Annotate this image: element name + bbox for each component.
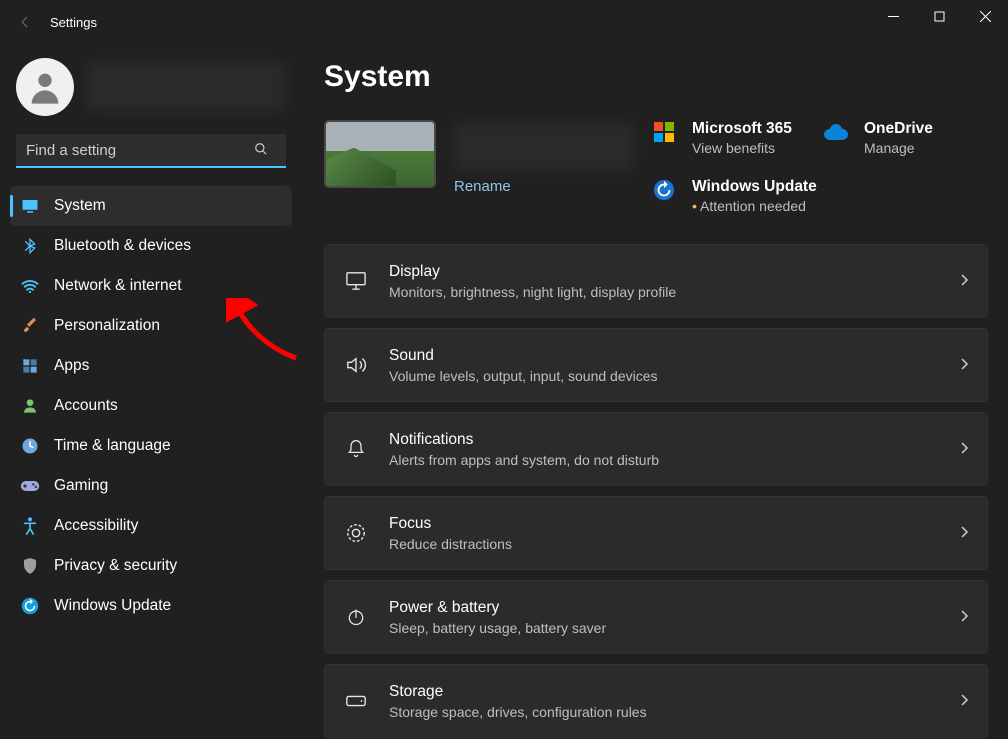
sidebar-item-apps[interactable]: Apps	[10, 346, 292, 386]
profile-name-redacted	[86, 62, 286, 112]
tile-title: OneDrive	[864, 120, 984, 138]
onedrive-tile[interactable]: OneDrive Manage	[864, 120, 984, 156]
sidebar-item-label: Time & language	[54, 437, 171, 455]
card-title: Storage	[389, 683, 941, 701]
monitor-icon	[343, 268, 369, 294]
apps-icon	[20, 356, 40, 376]
gamepad-icon	[20, 476, 40, 496]
wifi-icon	[20, 276, 40, 296]
nav-list: System Bluetooth & devices Network & inter…	[6, 178, 296, 634]
search-icon	[254, 142, 268, 159]
accessibility-icon	[20, 516, 40, 536]
chevron-right-icon	[961, 441, 969, 457]
chevron-right-icon	[961, 693, 969, 709]
sidebar-item-label: Personalization	[54, 317, 160, 335]
card-title: Focus	[389, 515, 941, 533]
chevron-right-icon	[961, 609, 969, 625]
sidebar-item-network[interactable]: Network & internet	[10, 266, 292, 306]
sidebar-item-label: Windows Update	[54, 597, 171, 615]
chevron-right-icon	[961, 525, 969, 541]
power-icon	[343, 604, 369, 630]
sidebar-item-label: Privacy & security	[54, 557, 177, 575]
app-title: Settings	[50, 15, 97, 30]
tile-sub: View benefits	[692, 140, 812, 156]
device-name-redacted	[454, 122, 634, 172]
settings-cards: Display Monitors, brightness, night ligh…	[324, 244, 988, 738]
bell-icon	[343, 436, 369, 462]
tile-title: Microsoft 365	[692, 120, 812, 138]
chevron-right-icon	[961, 273, 969, 289]
card-subtitle: Storage space, drives, configuration rul…	[389, 704, 941, 720]
focus-icon	[343, 520, 369, 546]
avatar	[16, 58, 74, 116]
sidebar-item-accounts[interactable]: Accounts	[10, 386, 292, 426]
tile-title: Windows Update	[692, 178, 984, 196]
tile-sub: Attention needed	[692, 198, 984, 214]
sidebar-item-privacy[interactable]: Privacy & security	[10, 546, 292, 586]
speaker-icon	[343, 352, 369, 378]
sidebar-item-label: Network & internet	[54, 277, 182, 295]
tile-sub: Manage	[864, 140, 984, 156]
windows-update-icon	[652, 178, 676, 202]
card-subtitle: Sleep, battery usage, battery saver	[389, 620, 941, 636]
search-input[interactable]	[16, 134, 286, 168]
wallpaper-thumbnail[interactable]	[324, 120, 436, 188]
profile-header[interactable]	[6, 54, 296, 134]
drive-icon	[343, 688, 369, 714]
rename-link[interactable]: Rename	[454, 178, 634, 195]
sidebar-item-label: Accounts	[54, 397, 118, 415]
card-subtitle: Alerts from apps and system, do not dist…	[389, 452, 941, 468]
sidebar-item-label: Apps	[54, 357, 89, 375]
back-button[interactable]	[10, 7, 40, 37]
minimize-button[interactable]	[870, 0, 916, 32]
sidebar-item-label: Bluetooth & devices	[54, 237, 191, 255]
card-title: Notifications	[389, 431, 941, 449]
card-title: Power & battery	[389, 599, 941, 617]
device-info-row: Rename Microsoft 365 View benefits OneDr…	[324, 120, 988, 214]
sidebar-item-accessibility[interactable]: Accessibility	[10, 506, 292, 546]
onedrive-icon	[824, 120, 848, 144]
sidebar-item-bluetooth[interactable]: Bluetooth & devices	[10, 226, 292, 266]
card-subtitle: Reduce distractions	[389, 536, 941, 552]
sidebar: System Bluetooth & devices Network & inter…	[0, 44, 300, 739]
card-notifications[interactable]: Notifications Alerts from apps and syste…	[324, 412, 988, 486]
card-subtitle: Monitors, brightness, night light, displ…	[389, 284, 941, 300]
close-button[interactable]	[962, 0, 1008, 32]
shield-icon	[20, 556, 40, 576]
person-icon	[20, 396, 40, 416]
ms365-tile[interactable]: Microsoft 365 View benefits	[692, 120, 812, 156]
sidebar-item-time[interactable]: Time & language	[10, 426, 292, 466]
content-area: System Rename Microsoft 365 View benefit…	[300, 44, 1008, 739]
window-controls	[870, 0, 1008, 44]
ms365-icon	[652, 120, 676, 144]
sidebar-item-label: System	[54, 197, 106, 215]
card-subtitle: Volume levels, output, input, sound devi…	[389, 368, 941, 384]
bluetooth-icon	[20, 236, 40, 256]
sidebar-item-update[interactable]: Windows Update	[10, 586, 292, 626]
windows-update-tile[interactable]: Windows Update Attention needed	[692, 178, 984, 214]
card-power[interactable]: Power & battery Sleep, battery usage, ba…	[324, 580, 988, 654]
page-title: System	[324, 60, 988, 94]
sidebar-item-label: Gaming	[54, 477, 108, 495]
maximize-button[interactable]	[916, 0, 962, 32]
sidebar-item-system[interactable]: System	[10, 186, 292, 226]
card-display[interactable]: Display Monitors, brightness, night ligh…	[324, 244, 988, 318]
display-icon	[20, 196, 40, 216]
sidebar-item-personalization[interactable]: Personalization	[10, 306, 292, 346]
card-title: Display	[389, 263, 941, 281]
card-focus[interactable]: Focus Reduce distractions	[324, 496, 988, 570]
clock-icon	[20, 436, 40, 456]
sidebar-item-label: Accessibility	[54, 517, 138, 535]
card-sound[interactable]: Sound Volume levels, output, input, soun…	[324, 328, 988, 402]
card-title: Sound	[389, 347, 941, 365]
card-storage[interactable]: Storage Storage space, drives, configura…	[324, 664, 988, 738]
chevron-right-icon	[961, 357, 969, 373]
titlebar: Settings	[0, 0, 1008, 44]
sidebar-item-gaming[interactable]: Gaming	[10, 466, 292, 506]
update-icon	[20, 596, 40, 616]
brush-icon	[20, 316, 40, 336]
